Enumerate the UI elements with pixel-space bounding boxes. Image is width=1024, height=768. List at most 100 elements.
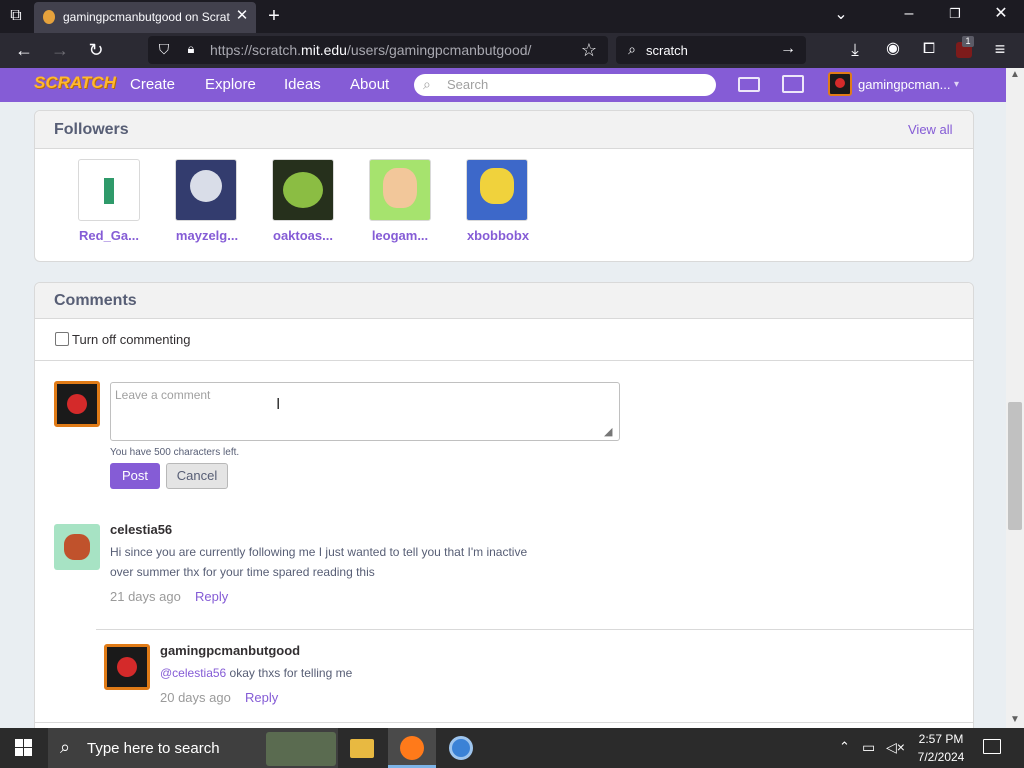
avatar-figure — [64, 534, 90, 560]
url-host: mit.edu — [301, 42, 347, 58]
reply-link[interactable]: Reply — [245, 690, 278, 705]
account-username[interactable]: gamingpcman... — [858, 77, 951, 92]
resize-handle-icon[interactable]: ◢ — [604, 425, 612, 438]
mention-link[interactable]: @celestia56 — [160, 666, 226, 680]
extension-badge: 1 — [962, 36, 974, 47]
scratch-logo[interactable]: SCRATCH — [34, 73, 116, 97]
forward-icon[interactable]: → — [50, 41, 70, 59]
turn-off-commenting-label[interactable]: Turn off commenting — [72, 332, 191, 347]
chrome-icon[interactable] — [449, 736, 473, 760]
reply-link[interactable]: Reply — [195, 589, 228, 604]
messages-icon[interactable] — [738, 77, 760, 92]
follower-avatar-oaktoas[interactable] — [272, 159, 334, 221]
download-icon[interactable]: ⤓ — [846, 41, 864, 58]
follower-name[interactable]: Red_Ga... — [74, 228, 144, 243]
search-icon: ⌕ — [628, 41, 636, 57]
comment-text: @celestia56 okay thxs for telling me — [160, 663, 352, 683]
shield-icon[interactable]: ⛉ — [156, 42, 172, 56]
followers-header — [35, 111, 973, 149]
clock-time[interactable]: 2:57 PM — [915, 732, 967, 746]
url-path: /users/gamingpcmanbutgood/ — [346, 42, 532, 58]
follower-avatar-leogam[interactable] — [369, 159, 431, 221]
divider — [96, 629, 973, 630]
chevron-down-icon[interactable]: ⌄ — [832, 7, 850, 23]
extensions-icon[interactable]: ⧠ — [920, 41, 938, 56]
comment-time: 21 days ago — [110, 589, 181, 604]
reload-icon[interactable]: ↻ — [86, 41, 106, 59]
avatar-figure — [383, 168, 417, 208]
account-dropdown-icon[interactable]: ▾ — [954, 79, 959, 90]
commenter-avatar-gamingpcmanbutgood[interactable] — [104, 644, 150, 690]
url-text[interactable]: https://scratch.mit.edu/users/gamingpcma… — [210, 42, 531, 58]
notifications-icon[interactable] — [983, 739, 1001, 754]
account-icon[interactable]: ◉ — [884, 41, 902, 57]
comment-text-line: over summer thx for your time spared rea… — [110, 565, 375, 579]
nav-create[interactable]: Create — [130, 76, 175, 93]
windows-start-icon[interactable] — [15, 739, 33, 757]
lock-icon[interactable]: 🔒︎ — [183, 42, 199, 55]
comment-time: 20 days ago — [160, 690, 231, 705]
scratch-search-placeholder: Search — [447, 77, 489, 92]
follower-name[interactable]: leogam... — [365, 228, 435, 243]
new-tab-icon[interactable]: + — [264, 6, 284, 26]
cancel-button[interactable]: Cancel — [166, 463, 228, 489]
scroll-up-icon[interactable]: ▲ — [1010, 69, 1020, 80]
bookmark-star-icon[interactable]: ☆ — [579, 41, 599, 59]
divider — [35, 722, 973, 723]
tab-list-icon[interactable]: ⧉ — [7, 8, 25, 24]
comment-text-body: okay thxs for telling me — [226, 666, 353, 680]
nav-about[interactable]: About — [350, 76, 389, 93]
clock-date[interactable]: 7/2/2024 — [912, 750, 970, 764]
comment-text-line: Hi since you are currently following me … — [110, 545, 528, 559]
turn-off-commenting-checkbox[interactable] — [55, 332, 69, 346]
follower-name[interactable]: mayzelg... — [172, 228, 242, 243]
tab-title: gamingpcmanbutgood on Scrat — [63, 10, 230, 24]
firefox-icon — [400, 736, 424, 760]
comment-author[interactable]: celestia56 — [110, 522, 172, 537]
my-avatar — [54, 381, 100, 427]
search-go-arrow-icon[interactable]: → — [779, 41, 797, 57]
scratch-search-icon: ⌕ — [423, 76, 431, 92]
follower-name[interactable]: oaktoas... — [268, 228, 338, 243]
browser-search-text: scratch — [646, 43, 688, 58]
comment-author[interactable]: gamingpcmanbutgood — [160, 643, 300, 658]
taskbar-search-icon: ⌕ — [60, 737, 71, 757]
chars-left: You have 500 characters left. — [110, 447, 240, 458]
follower-name[interactable]: xbobbobx — [463, 228, 533, 243]
followers-title: Followers — [54, 121, 129, 138]
view-all-link[interactable]: View all — [908, 122, 953, 137]
tray-chevron-icon[interactable]: ⌃ — [839, 739, 850, 755]
restore-icon[interactable]: ❐ — [946, 7, 964, 20]
close-window-icon[interactable]: ✕ — [992, 6, 1010, 22]
avatar-glyph — [117, 657, 137, 677]
minimize-icon[interactable]: – — [900, 6, 918, 22]
comment-text: Hi since you are currently following me … — [110, 542, 580, 582]
browser-search-box[interactable] — [616, 36, 806, 64]
my-stuff-icon[interactable] — [782, 75, 804, 93]
back-icon[interactable]: ← — [14, 41, 34, 59]
avatar-figure — [104, 178, 114, 204]
scrollbar-track[interactable] — [1006, 68, 1024, 728]
file-explorer-icon[interactable] — [350, 739, 374, 758]
search-highlight-icon — [266, 732, 336, 766]
menu-icon[interactable]: ≡ — [990, 40, 1010, 58]
nav-ideas[interactable]: Ideas — [284, 76, 321, 93]
volume-muted-icon[interactable]: ◁× — [886, 739, 905, 756]
follower-avatar-mayzelg[interactable] — [175, 159, 237, 221]
url-prefix: https://scratch. — [210, 42, 302, 58]
follower-avatar-red-ga[interactable] — [78, 159, 140, 221]
network-icon[interactable]: ▭ — [862, 739, 875, 756]
commenter-avatar-celestia56[interactable] — [54, 524, 100, 570]
divider — [35, 360, 973, 361]
follower-avatar-xbobbobx[interactable] — [466, 159, 528, 221]
text-cursor-icon: I — [276, 396, 281, 413]
comments-header — [35, 283, 973, 319]
scratch-favicon-icon — [43, 10, 55, 24]
post-button[interactable]: Post — [110, 463, 160, 489]
scrollbar-thumb[interactable] — [1008, 402, 1022, 530]
scroll-down-icon[interactable]: ▼ — [1010, 714, 1020, 725]
avatar-figure — [480, 168, 514, 204]
nav-explore[interactable]: Explore — [205, 76, 256, 93]
close-tab-icon[interactable]: ✕ — [234, 8, 250, 23]
avatar-figure — [190, 170, 222, 202]
